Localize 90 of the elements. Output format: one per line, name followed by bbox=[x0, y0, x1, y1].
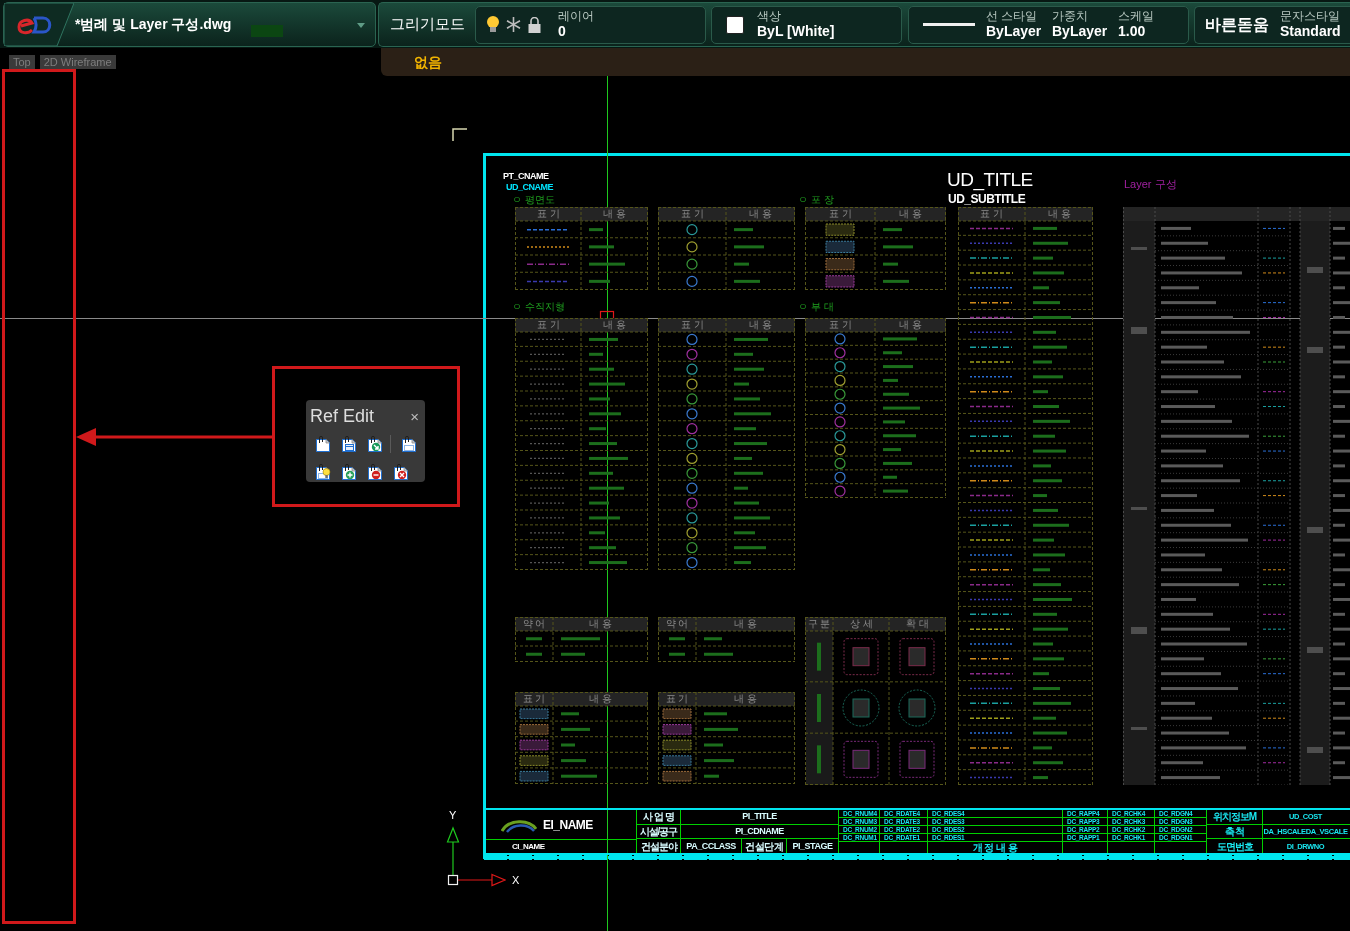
section-heading: ㅇ 평면도 bbox=[512, 194, 555, 206]
column-header: 내 용 bbox=[588, 619, 613, 629]
marker-icon bbox=[251, 25, 283, 37]
drawing-title: UD_TITLE bbox=[947, 170, 1033, 190]
field-label: 건설분야 bbox=[640, 840, 677, 852]
drawing-mode-button[interactable]: 그리기모드 bbox=[381, 5, 473, 44]
layer-value: 0 bbox=[558, 23, 567, 39]
color-label: 색상 bbox=[757, 10, 782, 23]
document-cross-icon[interactable] bbox=[393, 464, 409, 480]
snowflake-icon[interactable] bbox=[506, 17, 521, 32]
column-header: 표 기 bbox=[827, 209, 853, 219]
table-cell: 건설단계 bbox=[745, 840, 783, 852]
column-header: 약 어 bbox=[521, 619, 547, 629]
text-style-value: Standard bbox=[1280, 23, 1341, 39]
file-name: *범례 및 Layer 구성.dwg bbox=[75, 15, 232, 34]
layer-panel[interactable]: 레이어 0 bbox=[475, 5, 706, 44]
field-label: 시설/공구 bbox=[639, 826, 678, 837]
field-label: 사 업 명 bbox=[643, 811, 674, 823]
column-header: 내 용 bbox=[748, 209, 774, 219]
column-header: 확 대 bbox=[905, 619, 931, 629]
document-arrow-icon[interactable] bbox=[367, 436, 383, 452]
field-label: 축 척 bbox=[1224, 826, 1245, 837]
column-header: 상 세 bbox=[848, 619, 874, 629]
logo-icon bbox=[4, 3, 74, 46]
color-value: ByL [White] bbox=[757, 23, 835, 39]
color-swatch-icon bbox=[726, 15, 744, 34]
document-plus-icon[interactable] bbox=[341, 464, 357, 480]
text-style-label: 문자스타일 bbox=[1280, 10, 1341, 23]
column-header: 내 용 bbox=[602, 320, 628, 330]
company-name: UD_CNAME bbox=[506, 182, 553, 192]
column-header: 표 기 bbox=[827, 320, 853, 330]
column-header: 표 기 bbox=[979, 209, 1005, 219]
column-header: 약 어 bbox=[664, 619, 690, 629]
column-header: 내 용 bbox=[748, 320, 774, 330]
field-label: 위치정보M bbox=[1212, 811, 1257, 823]
lightbulb-icon[interactable] bbox=[486, 15, 500, 34]
section-heading: ㅇ 부 대 bbox=[798, 301, 834, 313]
column-header: 내 용 bbox=[602, 209, 628, 219]
column-header: 표 기 bbox=[664, 694, 690, 704]
table-cell: PI_CDNAME bbox=[735, 826, 784, 837]
column-header: 표 기 bbox=[679, 320, 705, 330]
linetype-value: ByLayer bbox=[986, 23, 1043, 39]
column-header: 내 용 bbox=[588, 694, 613, 704]
client-name: CI_NAME bbox=[512, 840, 545, 853]
color-panel[interactable]: 색상 ByL [White] bbox=[711, 5, 902, 44]
palette-title: Ref Edit bbox=[310, 406, 375, 426]
column-header: 내 용 bbox=[898, 209, 924, 219]
status-text: 없음 bbox=[414, 52, 442, 72]
column-header: 표 기 bbox=[679, 209, 705, 219]
column-header: 표 기 bbox=[535, 209, 561, 219]
close-button[interactable]: × bbox=[410, 408, 419, 424]
lineweight-value: ByLayer bbox=[1052, 23, 1109, 39]
project-name: PT_CNAME bbox=[503, 171, 549, 181]
scale-label: 스케일 bbox=[1118, 10, 1154, 23]
column-header: 내 용 bbox=[733, 694, 758, 704]
lock-icon[interactable] bbox=[528, 16, 541, 33]
column-header: 표 기 bbox=[521, 694, 547, 704]
column-header: 내 용 bbox=[733, 619, 758, 629]
document-lightbulb-icon[interactable] bbox=[315, 464, 331, 480]
document-minus-icon[interactable] bbox=[367, 464, 383, 480]
section-heading: Layer 구성 bbox=[1124, 178, 1177, 191]
font-name: 바른돋움 bbox=[1205, 14, 1269, 35]
column-header: 구 분 bbox=[806, 619, 832, 629]
document-dotted-frame-icon[interactable] bbox=[401, 436, 417, 452]
lineweight-label: 가중치 bbox=[1052, 10, 1089, 23]
scale-value: 1.00 bbox=[1118, 23, 1147, 39]
file-tab[interactable]: *범례 및 Layer 구성.dwg bbox=[3, 2, 376, 47]
column-header: 내 용 bbox=[898, 320, 924, 330]
field-label: 도면번호 bbox=[1216, 840, 1253, 852]
corner-mark bbox=[452, 128, 467, 141]
axis-label: X bbox=[512, 874, 520, 886]
axis-label: Y bbox=[449, 809, 457, 821]
column-header: 표 기 bbox=[535, 320, 561, 330]
column-header: 내 용 bbox=[1046, 209, 1072, 219]
agency-name: EI_NAME bbox=[543, 816, 593, 834]
caret-icon[interactable] bbox=[357, 23, 365, 28]
document-icon[interactable] bbox=[315, 436, 331, 452]
line-sample-icon bbox=[923, 23, 975, 26]
document-window-icon[interactable] bbox=[341, 436, 357, 452]
section-heading: ㅇ 포 장 bbox=[798, 194, 834, 206]
table-cell: PA_CCLASS bbox=[686, 840, 736, 852]
line-style-panel[interactable]: 선 스타일 ByLayer 가중치 ByLayer 스케일 1.00 bbox=[908, 5, 1189, 44]
table-cell: PI_TITLE bbox=[742, 811, 777, 823]
column-header: 개 정 내 용 bbox=[972, 842, 1018, 853]
section-heading: ㅇ 수직지형 bbox=[512, 301, 565, 313]
drawing-subtitle: UD_SUBTITLE bbox=[948, 193, 1026, 206]
layer-label: 레이어 bbox=[558, 10, 594, 23]
table-cell: PI_STAGE bbox=[792, 840, 833, 852]
linetype-label: 선 스타일 bbox=[986, 10, 1039, 23]
ucs-axes-icon bbox=[446, 826, 506, 888]
